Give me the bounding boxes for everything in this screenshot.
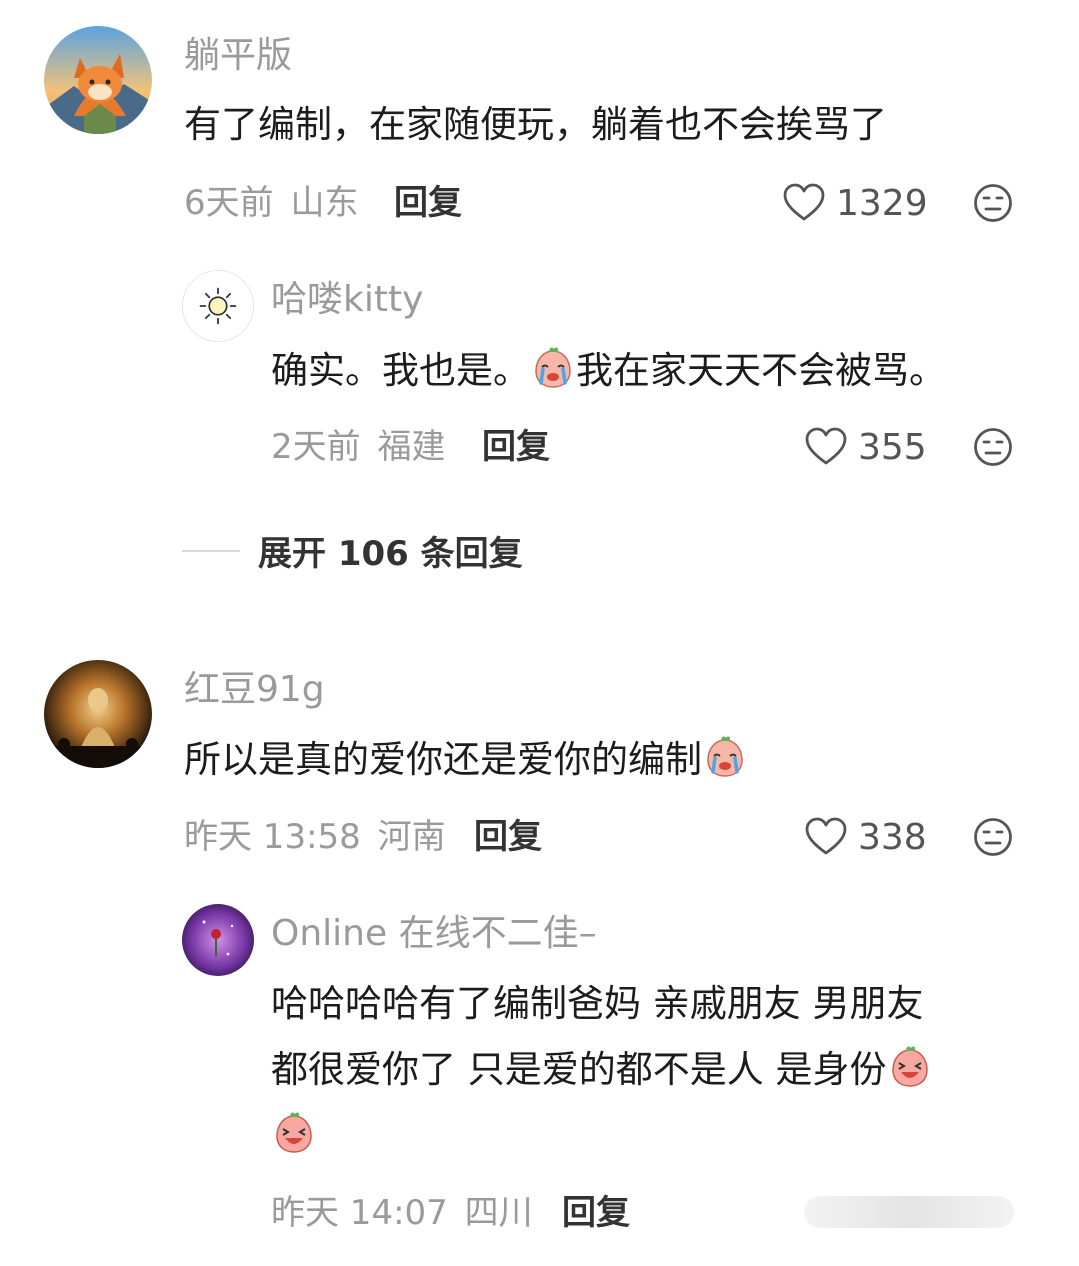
sun-avatar-icon — [183, 271, 253, 341]
fox-avatar-icon — [44, 26, 152, 134]
comment-location: 河南 — [377, 817, 446, 857]
reply-button[interactable]: 回复 — [562, 1196, 630, 1230]
divider — [182, 549, 240, 552]
heart-icon — [783, 183, 825, 221]
comment-username[interactable]: 躺平版 — [184, 38, 292, 74]
comment-meta: 昨天 13:58 河南 — [184, 820, 446, 854]
comment-text: 所以是真的爱你还是爱你的编制 — [184, 727, 748, 793]
laughing-peach-emoji-icon — [891, 1046, 928, 1087]
expand-replies-button[interactable]: 展开 106 条回复 — [182, 526, 523, 575]
dislike-button[interactable] — [973, 817, 1013, 857]
unhappy-face-icon — [974, 184, 1012, 222]
loading-placeholder — [804, 1196, 1014, 1228]
reply-username[interactable]: Online 在线不二佳– — [271, 916, 597, 952]
reply-button[interactable]: 回复 — [474, 820, 542, 854]
avatar[interactable] — [44, 660, 152, 768]
reply-time: 昨天 14:07 — [271, 1193, 448, 1233]
reply-avatar[interactable] — [182, 270, 254, 342]
expand-replies-label: 展开 106 条回复 — [258, 534, 523, 574]
avatar[interactable] — [44, 26, 152, 134]
crying-peach-emoji-icon — [707, 736, 743, 777]
like-button[interactable]: 355 — [804, 425, 927, 469]
reply-button[interactable]: 回复 — [394, 186, 462, 220]
reply-location: 福建 — [377, 427, 446, 467]
comment-time: 昨天 13:58 — [184, 817, 361, 857]
reply-text-body: 都很爱你了 只是爱的都不是人 是身份 — [271, 1048, 887, 1091]
reply-meta: 昨天 14:07 四川 — [271, 1196, 533, 1230]
reply-time: 2天前 — [271, 427, 361, 467]
reply-text-line: 都很爱你了 只是爱的都不是人 是身份 — [271, 1037, 933, 1103]
reply-text-line: 确实。我也是。 我在家天天不会被骂。 — [271, 338, 946, 404]
dislike-button[interactable] — [973, 183, 1013, 223]
comment-text-line: 有了编制，在家随便玩，躺着也不会挨骂了 — [184, 103, 887, 146]
unhappy-face-icon — [974, 428, 1012, 466]
laughing-peach-emoji-icon — [276, 1112, 312, 1153]
reply-text: 哈哈哈哈有了编制爸妈 亲戚朋友 男朋友 都很爱你了 只是爱的都不是人 是身份 — [271, 971, 933, 1169]
reply-username[interactable]: 哈喽kitty — [271, 282, 423, 318]
comment-text: 有了编制，在家随便玩，躺着也不会挨骂了 — [184, 92, 887, 158]
like-count: 1329 — [836, 182, 928, 224]
reply-button[interactable]: 回复 — [482, 430, 550, 464]
like-button[interactable]: 1329 — [782, 181, 928, 225]
heart-icon — [805, 427, 847, 465]
heart-icon — [805, 817, 847, 855]
reply-text-before: 确实。我也是。 — [271, 349, 530, 392]
comment-text-body: 所以是真的爱你还是爱你的编制 — [184, 738, 702, 781]
comment-meta: 6天前 山东 — [184, 186, 358, 220]
reply-text-line — [271, 1103, 933, 1169]
reply-location: 四川 — [464, 1193, 533, 1233]
buddha-avatar-icon — [44, 660, 152, 768]
purple-avatar-icon — [182, 904, 254, 976]
like-count: 355 — [858, 426, 927, 468]
dislike-button[interactable] — [973, 427, 1013, 467]
comment-username[interactable]: 红豆91g — [184, 672, 325, 708]
reply-text-after: 我在家天天不会被骂。 — [576, 349, 946, 392]
crying-peach-emoji-icon — [535, 347, 571, 388]
comment-time: 6天前 — [184, 183, 274, 223]
like-count: 338 — [858, 816, 927, 858]
like-button[interactable]: 338 — [804, 815, 927, 859]
comment-location: 山东 — [290, 183, 359, 223]
reply-avatar[interactable] — [182, 904, 254, 976]
reply-text-line: 哈哈哈哈有了编制爸妈 亲戚朋友 男朋友 — [271, 982, 924, 1025]
reply-meta: 2天前 福建 — [271, 430, 445, 464]
comment-text-line: 所以是真的爱你还是爱你的编制 — [184, 727, 748, 793]
reply-text: 确实。我也是。 我在家天天不会被骂。 — [271, 338, 946, 404]
unhappy-face-icon — [974, 818, 1012, 856]
